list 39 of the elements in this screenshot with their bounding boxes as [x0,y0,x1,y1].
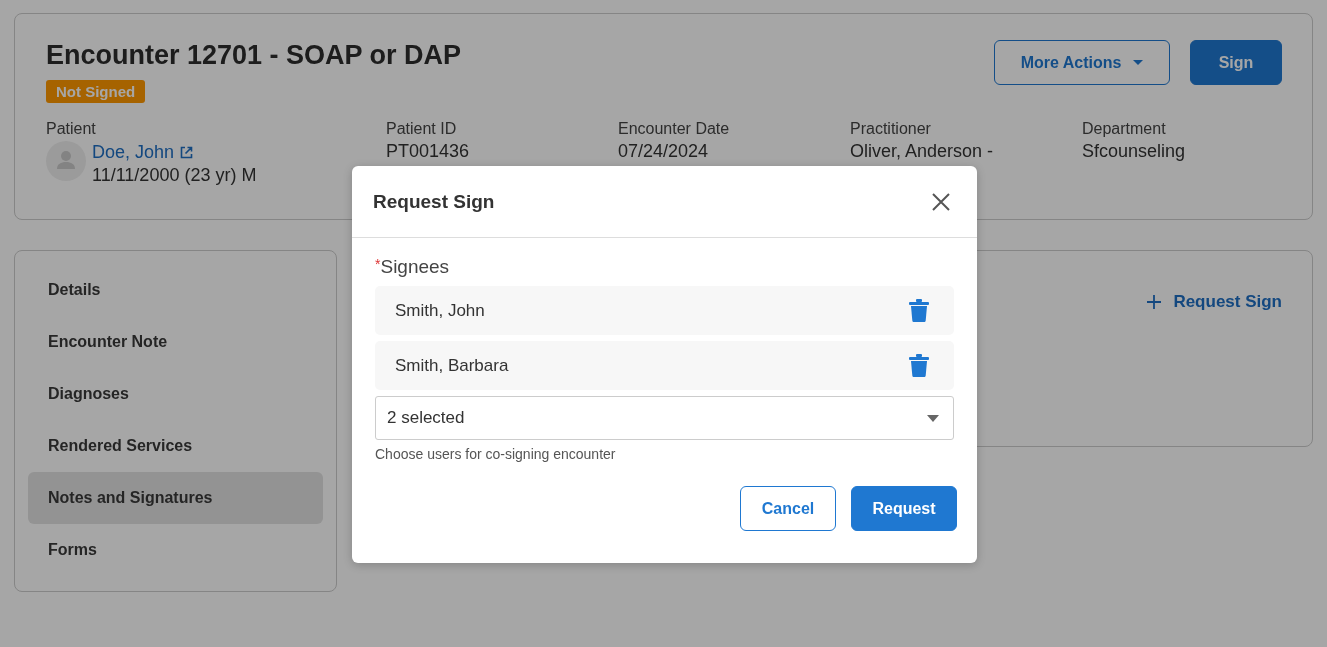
field-label: Encounter Date [618,119,731,139]
sidebar-item[interactable]: Notes and Signatures [28,472,323,524]
request-sign-link[interactable]: Request Sign [1147,291,1282,313]
field-label: Patient [46,119,97,139]
sidebar-item[interactable]: Rendered Services [28,420,323,472]
help-text: Choose users for co-signing encounter [375,446,617,462]
request-button[interactable]: Request [851,486,957,531]
plus-icon [1147,295,1162,309]
status-badge: Not Signed [46,80,146,103]
caret-icon [927,414,939,422]
external-link-icon[interactable] [180,145,194,159]
sidebar-item[interactable]: Diagnoses [28,368,323,420]
avatar-icon [46,141,86,181]
patient-details: 11/11/2000 (23 yr) M [92,164,257,187]
field-label: Department [1082,119,1167,139]
sidebar-item[interactable]: Forms [28,524,323,576]
required-mark: * [375,256,381,272]
patient-link[interactable]: Doe, John [92,141,175,163]
field-value: Sfcounseling [1082,140,1187,163]
close-icon[interactable] [932,192,950,211]
caret-icon [1133,59,1144,66]
signee-name: Smith, Barbara [395,355,509,376]
field-value: PT001436 [386,140,471,163]
dialog-title: Request Sign [373,190,495,213]
signee-name: Smith, John [395,300,485,321]
signees-select[interactable]: 2 selected [375,396,954,440]
more-actions-button[interactable]: More Actions [994,40,1170,85]
sidebar-item[interactable]: Encounter Note [28,316,323,368]
field-value: Oliver, Anderson - [850,140,995,163]
sidebar-item[interactable]: Details [28,264,323,316]
field-label: Signees [380,256,450,278]
field-label: Patient ID [386,119,458,139]
field-value: 07/24/2024 [618,140,710,163]
cancel-button[interactable]: Cancel [740,486,836,531]
sign-button[interactable]: Sign [1190,40,1282,85]
page-title: Encounter 12701 - SOAP or DAP [46,39,462,72]
trash-icon[interactable] [909,299,929,322]
trash-icon[interactable] [909,354,929,377]
field-label: Practitioner [850,119,932,139]
